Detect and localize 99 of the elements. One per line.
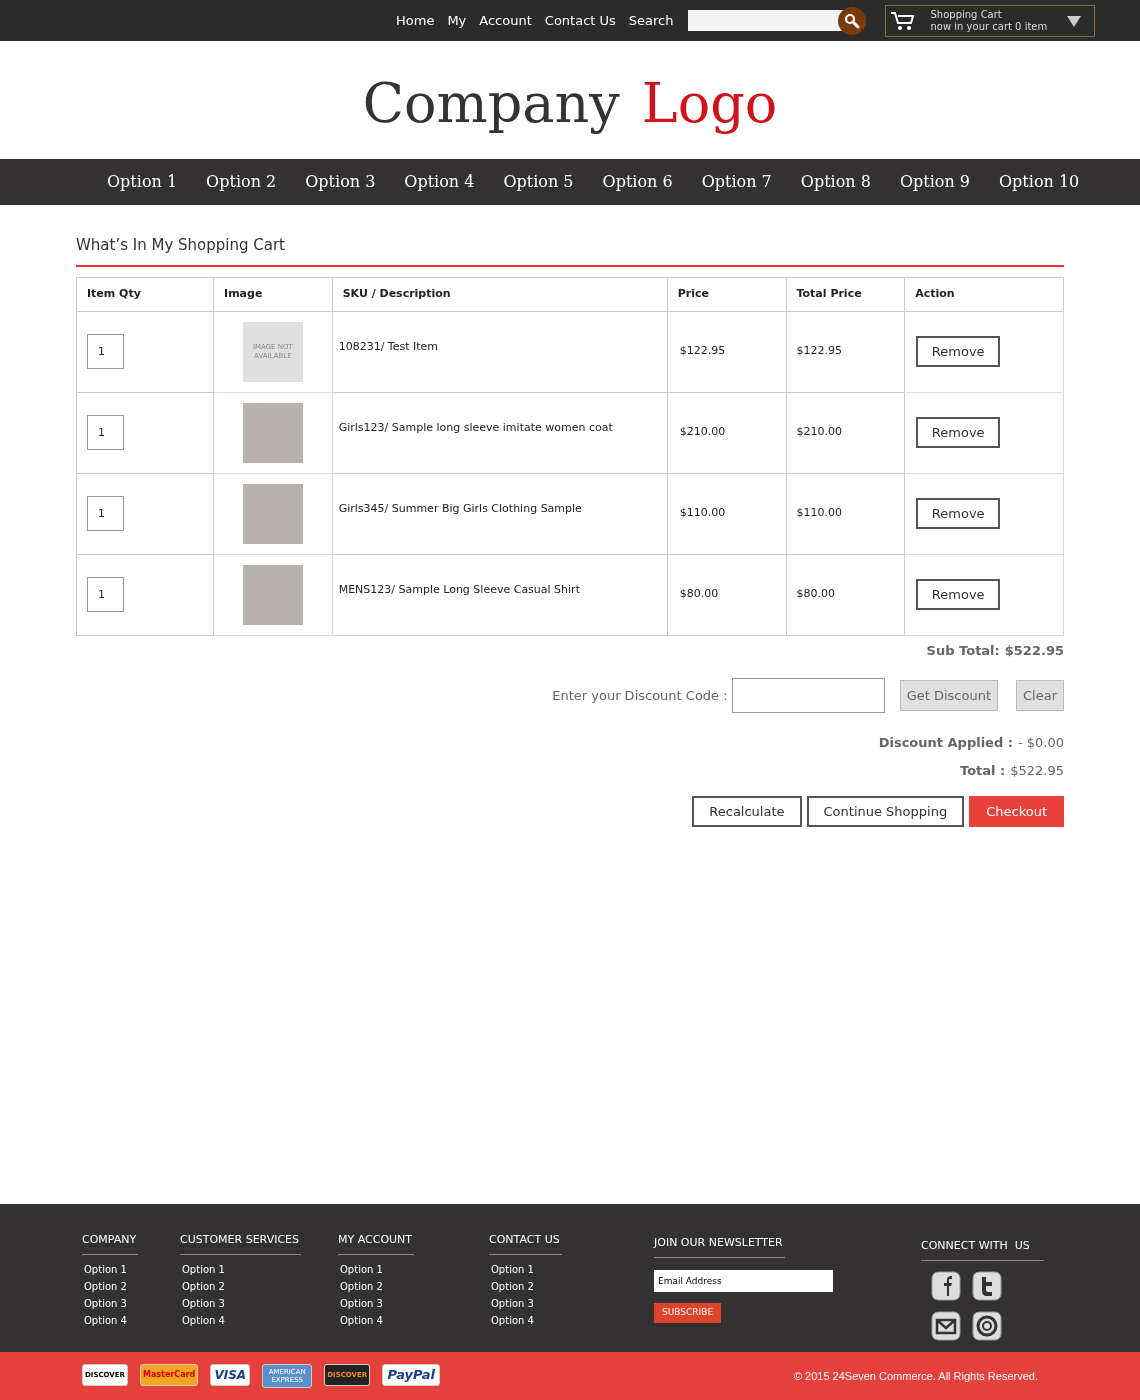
cart-icon — [890, 10, 917, 31]
item-price: $122.95 — [679, 344, 726, 358]
subscribe-button[interactable]: SUBSCRIBE — [654, 1302, 722, 1323]
total-label: Total : — [960, 761, 1006, 780]
photo-placeholder — [242, 564, 303, 625]
footer-link[interactable]: Option 1 — [182, 1262, 338, 1277]
footer-heading: CONNECT WITH US — [921, 1238, 1044, 1261]
photo-placeholder — [242, 483, 303, 544]
facebook-icon[interactable] — [931, 1270, 961, 1301]
nav-item[interactable]: Option 3 — [305, 170, 376, 194]
footer-link[interactable]: Option 4 — [340, 1313, 489, 1328]
get-discount-button[interactable]: Get Discount — [899, 680, 998, 711]
footer-link[interactable]: Option 1 — [491, 1262, 654, 1277]
discount-applied-value: - $0.00 — [1017, 734, 1064, 752]
action-button[interactable]: Recalculate — [692, 796, 802, 827]
payment-logo: PayPal — [382, 1364, 441, 1386]
footer-heading: CONTACT US — [489, 1232, 562, 1255]
column-header: Total Price — [796, 286, 862, 300]
lifebuoy-icon[interactable] — [971, 1310, 1002, 1341]
footer-link[interactable]: Option 4 — [491, 1313, 654, 1328]
quantity-field[interactable]: 1 — [87, 415, 124, 450]
footer-link[interactable]: Option 1 — [340, 1262, 489, 1277]
nav-item[interactable]: Option 2 — [206, 170, 277, 194]
action-button[interactable]: Continue Shopping — [806, 796, 965, 827]
subtotal-label: Sub Total: — [926, 641, 1000, 660]
nav-item[interactable]: Option 6 — [602, 170, 673, 194]
clear-button[interactable]: Clear — [1016, 680, 1064, 711]
item-description: MENS123/ Sample Long Sleeve Casual Shirt — [338, 582, 580, 596]
logo-text: Logo — [641, 70, 778, 137]
item-total: $210.00 — [796, 425, 842, 439]
footer-heading: JOIN OUR NEWSLETTER — [654, 1235, 785, 1258]
top-link[interactable]: My — [447, 10, 467, 31]
logo-text: Company — [362, 70, 620, 137]
payment-logo: MasterCard — [139, 1364, 199, 1386]
nav-item[interactable]: Option 1 — [107, 170, 178, 194]
nav-item[interactable]: Option 7 — [701, 170, 772, 194]
subtotal-value: $522.95 — [1004, 641, 1064, 660]
top-link[interactable]: Contact Us — [544, 10, 616, 31]
footer-heading: MY ACCOUNT — [338, 1232, 415, 1255]
cart-title: Shopping Cart — [930, 8, 1003, 21]
action-button[interactable]: Checkout — [969, 796, 1064, 827]
top-link[interactable]: Search — [628, 10, 674, 31]
remove-button[interactable]: Remove — [916, 579, 1001, 610]
nav-item[interactable]: Option 8 — [800, 170, 871, 194]
column-header: SKU / Description — [342, 286, 451, 300]
column-header: Action — [915, 286, 955, 300]
footer-link[interactable]: Option 4 — [84, 1313, 180, 1328]
remove-button[interactable]: Remove — [916, 417, 1001, 448]
footer-link[interactable]: Option 3 — [182, 1296, 338, 1311]
item-total: $80.00 — [796, 587, 835, 601]
item-price: $80.00 — [679, 587, 719, 601]
footer-link[interactable]: Option 2 — [340, 1279, 489, 1294]
item-price: $210.00 — [679, 425, 726, 439]
footer-link[interactable]: Option 2 — [491, 1279, 654, 1294]
footer-link[interactable]: Option 2 — [84, 1279, 180, 1294]
item-description: 108231/ Test Item — [338, 339, 439, 353]
remove-button[interactable]: Remove — [916, 336, 1001, 367]
nav-item[interactable]: Option 4 — [404, 170, 475, 194]
footer-heading: CUSTOMER SERVICES — [180, 1232, 302, 1255]
email-field[interactable]: Email Address — [654, 1269, 833, 1292]
item-total: $110.00 — [796, 506, 842, 520]
nav-item[interactable]: Option 10 — [999, 170, 1080, 194]
discount-code-field[interactable] — [731, 678, 885, 713]
column-header: Image — [224, 286, 263, 300]
column-header: Item Qty — [87, 286, 141, 300]
footer-link[interactable]: Option 4 — [182, 1313, 338, 1328]
mail-icon[interactable] — [931, 1310, 961, 1341]
item-total: $122.95 — [796, 344, 842, 358]
discount-applied-label: Discount Applied : — [878, 734, 1013, 752]
payment-logo: VISA — [210, 1364, 251, 1386]
item-description: Girls123/ Sample long sleeve imitate women coat — [338, 420, 613, 434]
top-link[interactable]: Account — [479, 10, 532, 31]
quantity-field[interactable]: 1 — [87, 496, 124, 531]
dropdown-icon — [1066, 13, 1083, 28]
quantity-field[interactable]: 1 — [87, 577, 124, 612]
cart-widget[interactable]: Shopping Cart now in your cart 0 item — [885, 4, 1096, 37]
nav-item[interactable]: Option 5 — [503, 170, 574, 194]
footer-link[interactable]: Option 2 — [182, 1279, 338, 1294]
search-field[interactable] — [688, 10, 847, 31]
footer-link[interactable]: Option 3 — [340, 1296, 489, 1311]
item-description: Girls345/ Summer Big Girls Clothing Sample — [338, 501, 582, 515]
nav-item[interactable]: Option 9 — [899, 170, 970, 194]
discount-label: Enter your Discount Code : — [552, 686, 728, 705]
footer-link[interactable]: Option 3 — [491, 1296, 654, 1311]
quantity-field[interactable]: 1 — [87, 334, 124, 369]
item-price: $110.00 — [679, 506, 726, 520]
column-header: Price — [677, 286, 709, 300]
remove-button[interactable]: Remove — [916, 498, 1001, 529]
photo-placeholder — [242, 402, 303, 463]
footer-link[interactable]: Option 1 — [84, 1262, 180, 1277]
copyright-text: © 2015 24Seven Commerce. All Rights Reserved. — [793, 1368, 1038, 1384]
top-link[interactable]: Home — [396, 10, 435, 31]
total-value: $522.95 — [1010, 761, 1064, 780]
section-heading: What’s In My Shopping Cart — [76, 234, 1064, 267]
search-icon — [844, 12, 861, 29]
cart-count: now in your cart 0 item — [930, 20, 1048, 33]
twitter-icon[interactable] — [971, 1270, 1002, 1301]
footer-link[interactable]: Option 3 — [84, 1296, 180, 1311]
footer-heading: COMPANY — [82, 1232, 139, 1255]
